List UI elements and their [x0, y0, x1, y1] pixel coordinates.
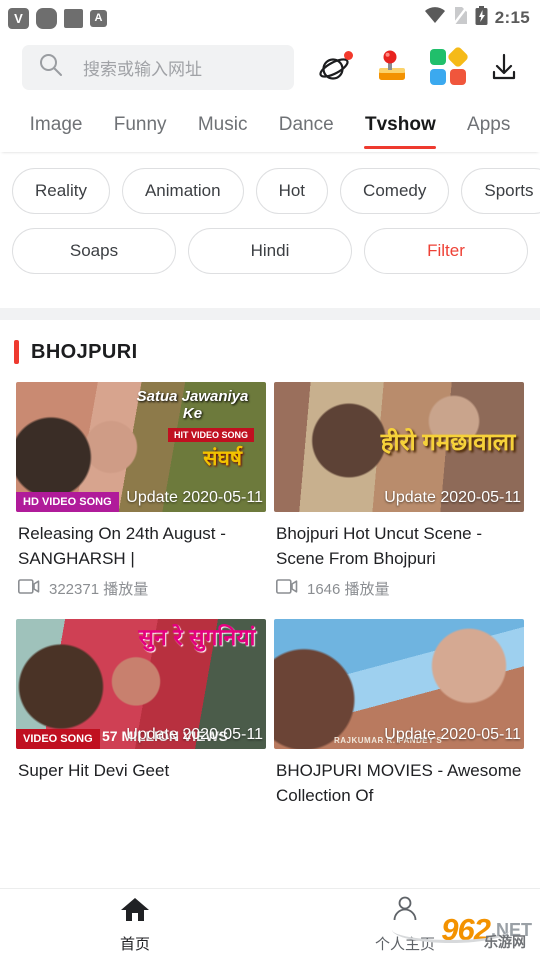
bottom-nav-item-home[interactable]: 首页	[0, 896, 270, 954]
section-header: BHOJPURI	[0, 320, 540, 382]
video-update-overlay: Update 2020-05-11	[126, 726, 263, 743]
tab-tvshow[interactable]: Tvshow	[349, 98, 451, 152]
search-icon	[38, 52, 63, 82]
status-bar-left-icons: V A	[8, 7, 107, 29]
thumbnail-hindi-text: हीरो गमछावाला	[380, 429, 516, 456]
video-title[interactable]: BHOJPURI MOVIES - Awesome Collection Of	[274, 749, 524, 808]
joystick-icon[interactable]	[374, 49, 410, 85]
tab-apps[interactable]: Apps	[451, 98, 526, 152]
apps-grid-yellow-tile	[446, 45, 470, 69]
chip-animation[interactable]: Animation	[121, 168, 244, 214]
tab-funny[interactable]: Funny	[98, 98, 182, 152]
app-badge-a-icon: A	[90, 9, 107, 27]
chip-comedy[interactable]: Comedy	[340, 168, 450, 214]
video-update-overlay: Update 2020-05-11	[126, 489, 263, 506]
video-title[interactable]: Releasing On 24th August - SANGHARSH |	[16, 512, 266, 571]
video-meta: 1646 播放量	[274, 571, 524, 611]
chip-sports[interactable]: Sports	[461, 168, 540, 214]
video-title[interactable]: Bhojpuri Hot Uncut Scene - Scene From Bh…	[274, 512, 524, 571]
toolbar-icons	[318, 45, 526, 85]
battery-charging-icon	[475, 5, 488, 31]
chip-filter[interactable]: Filter	[364, 228, 528, 274]
video-card[interactable]: सुन रे सुगनियां 57 MILLION VIEWS VIDEO S…	[16, 619, 266, 808]
video-thumbnail[interactable]: सुन रे सुगनियां 57 MILLION VIEWS VIDEO S…	[16, 619, 266, 749]
filter-chip-row-1: Reality Animation Hot Comedy Sports	[12, 168, 540, 214]
video-thumbnail[interactable]: Satua Jawaniya Ke HIT VIDEO SONG संघर्ष …	[16, 382, 266, 512]
person-icon	[391, 896, 419, 927]
video-title[interactable]: Super Hit Devi Geet	[16, 749, 266, 783]
video-view-count: 1646 播放量	[307, 581, 390, 598]
section-accent-bar	[14, 340, 19, 364]
apps-grid-red-tile	[450, 69, 466, 85]
no-sim-icon	[452, 6, 468, 30]
tab-image[interactable]: Image	[14, 98, 98, 152]
section-divider	[0, 308, 540, 320]
tab-music[interactable]: Music	[182, 98, 263, 152]
chip-soaps[interactable]: Soaps	[12, 228, 176, 274]
apps-grid-blue-tile	[430, 69, 446, 85]
filter-chip-row-2: Soaps Hindi Filter	[12, 228, 528, 274]
video-update-overlay: Update 2020-05-11	[384, 489, 521, 506]
search-input[interactable]: 搜索或输入网址	[22, 44, 294, 90]
home-icon	[120, 896, 150, 927]
thumbnail-hindi-text: सुन रे सुगनियां	[138, 624, 256, 650]
apps-grid-green-tile	[430, 49, 446, 65]
browser-toolbar: 搜索或输入网址	[0, 36, 540, 98]
video-card[interactable]: Satua Jawaniya Ke HIT VIDEO SONG संघर्ष …	[16, 382, 266, 611]
status-bar: V A 2:15	[0, 0, 540, 36]
chip-reality[interactable]: Reality	[12, 168, 110, 214]
video-update-overlay: Update 2020-05-11	[384, 726, 521, 743]
tab-dance[interactable]: Dance	[263, 98, 349, 152]
video-card[interactable]: RAJKUMAR R. PANDEY'S Update 2020-05-11 B…	[274, 619, 524, 808]
chip-hot[interactable]: Hot	[255, 168, 329, 214]
app-badge-square-icon	[64, 8, 83, 28]
thumbnail-hindi-text: संघर्ष	[203, 447, 242, 470]
thumbnail-subtitle-text: HIT VIDEO SONG	[167, 428, 254, 442]
video-camera-icon	[276, 578, 298, 599]
status-bar-right: 2:15	[424, 5, 530, 31]
video-badge: VIDEO SONG	[16, 729, 100, 749]
video-thumbnail[interactable]: हीरो गमछावाला Update 2020-05-11	[274, 382, 524, 512]
filter-chip-area: Reality Animation Hot Comedy Sports Soap…	[0, 152, 540, 308]
video-view-count: 322371 播放量	[49, 581, 149, 598]
video-badge: HD VIDEO SONG	[16, 492, 119, 512]
chip-hindi[interactable]: Hindi	[188, 228, 352, 274]
apps-grid-icon[interactable]	[430, 45, 470, 85]
app-badge-rounded-icon	[36, 7, 57, 29]
wifi-icon	[424, 7, 446, 29]
search-placeholder: 搜索或输入网址	[83, 59, 202, 79]
category-tab-bar: Image Funny Music Dance Tvshow Apps	[0, 98, 540, 152]
download-icon[interactable]	[486, 49, 522, 85]
thumbnail-title-text: Satua Jawaniya Ke	[136, 388, 249, 422]
video-card[interactable]: हीरो गमछावाला Update 2020-05-11 Bhojpuri…	[274, 382, 524, 611]
video-grid: Satua Jawaniya Ke HIT VIDEO SONG संघर्ष …	[0, 382, 540, 808]
bottom-nav-item-profile[interactable]: 个人主页	[270, 896, 540, 954]
video-meta: 322371 播放量	[16, 571, 266, 611]
notification-dot	[344, 51, 353, 60]
bottom-navigation-bar: 首页 个人主页 962 .NET 乐游网	[0, 888, 540, 960]
bottom-nav-label-profile: 个人主页	[374, 935, 435, 953]
status-bar-clock: 2:15	[494, 8, 530, 27]
video-camera-icon	[18, 578, 40, 599]
planet-icon[interactable]	[318, 49, 354, 85]
video-thumbnail[interactable]: RAJKUMAR R. PANDEY'S Update 2020-05-11	[274, 619, 524, 749]
app-badge-v-icon: V	[8, 7, 29, 29]
bottom-nav-label-home: 首页	[119, 935, 150, 953]
page-title: BHOJPURI	[31, 340, 138, 363]
